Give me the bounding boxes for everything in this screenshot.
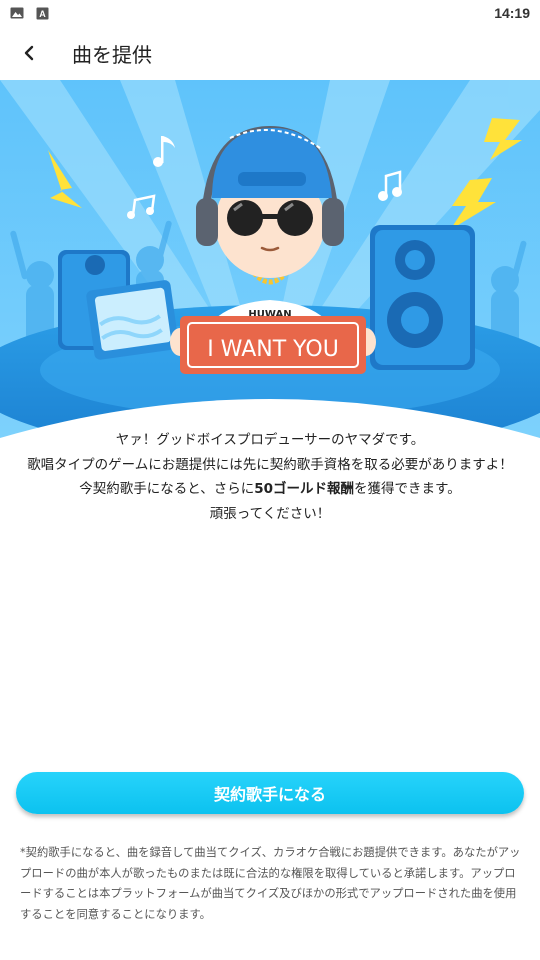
back-button[interactable] <box>6 30 52 76</box>
message-line-2: 歌唱タイプのゲームにお題提供には先に契約歌手資格を取る必要がありますよ！ <box>27 456 513 473</box>
hero-illustration: HUWAN I WANT YOU <box>0 80 540 460</box>
status-icons: A <box>10 7 49 20</box>
sign-text: I WANT YOU <box>207 337 339 362</box>
message-line-3-text: 今契約歌手になると、さらに <box>79 481 255 497</box>
app-bar: 曲を提供 <box>0 26 540 80</box>
svg-text:A: A <box>39 9 46 19</box>
dj-illustration: HUWAN I WANT YOU <box>0 80 540 460</box>
message-line-1: ヤァ！グッドボイスプロデューサーのヤマダです。 <box>115 432 425 448</box>
intro-message: ヤァ！グッドボイスプロデューサーのヤマダです。 歌唱タイプのゲームにお題提供には… <box>0 428 540 526</box>
font-notification-icon: A <box>36 7 49 19</box>
chevron-left-icon <box>24 45 34 61</box>
terms-footnote: *契約歌手になると、曲を録音して曲当てクイズ、カラオケ合戦にお題提供できます。あ… <box>20 846 521 921</box>
i-want-you-sign: I WANT YOU <box>180 316 366 374</box>
status-bar: A 14:19 <box>0 0 540 26</box>
message-line-4: 頑張ってください！ <box>209 505 331 522</box>
reward-highlight: 50ゴールド報酬 <box>254 481 355 497</box>
become-contract-singer-button[interactable]: 契約歌手になる <box>16 772 524 814</box>
page-title: 曲を提供 <box>72 42 152 67</box>
image-notification-icon <box>10 7 24 19</box>
status-time: 14:19 <box>494 5 530 21</box>
message-line-3-suffix: を獲得できます。 <box>354 481 461 497</box>
message-line-3: 今契約歌手になると、さらに50ゴールド報酬を獲得できます。 <box>0 477 540 502</box>
left-monitor <box>86 280 179 360</box>
right-speaker <box>370 225 475 370</box>
